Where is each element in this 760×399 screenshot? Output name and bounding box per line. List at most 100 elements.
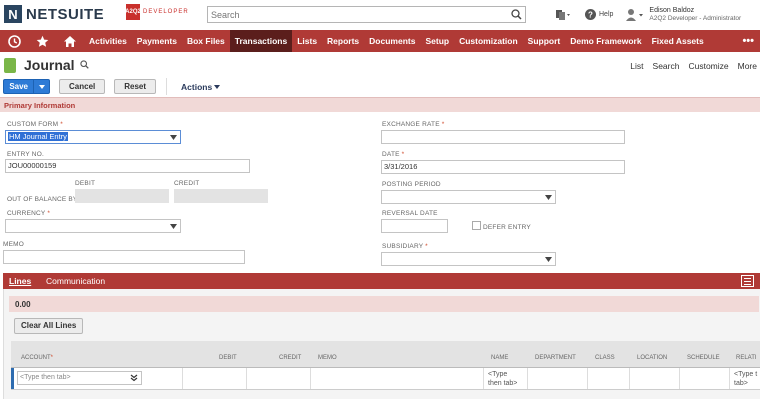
partner-logo-mark: A2Q2 <box>125 4 141 20</box>
netsuite-logo-mark: N <box>4 5 22 23</box>
col-debit: DEBIT <box>219 355 237 361</box>
nav-setup[interactable]: Setup <box>420 30 454 52</box>
lines-total: 0.00 <box>15 300 31 309</box>
page-title: Journal <box>24 57 75 73</box>
nav-customization[interactable]: Customization <box>454 30 523 52</box>
home-icon[interactable] <box>56 30 84 52</box>
lines-total-bar: 0.00 <box>9 296 759 312</box>
help-label: Help <box>599 11 614 18</box>
class-cell[interactable] <box>587 368 629 389</box>
recent-records-icon[interactable] <box>555 9 571 21</box>
toolbar-divider <box>166 78 168 95</box>
posting-period-chevron-icon <box>545 195 552 200</box>
primary-information-header: Primary Information <box>0 97 760 112</box>
name-cell[interactable]: <Type then tab> <box>483 368 527 389</box>
tab-lines[interactable]: Lines <box>9 276 31 286</box>
nav-support[interactable]: Support <box>523 30 566 52</box>
reversal-date-field[interactable] <box>381 219 448 233</box>
defer-entry-label: DEFER ENTRY <box>483 224 531 231</box>
cancel-button[interactable]: Cancel <box>59 79 106 94</box>
partner-logo: A2Q2 DEVELOPER <box>125 4 189 20</box>
subsidiary-label: SUBSIDIARY * <box>382 243 428 250</box>
custom-form-select[interactable]: HM Journal Entry <box>5 130 181 144</box>
favorites-star-icon[interactable] <box>28 30 56 52</box>
search-link[interactable]: Search <box>653 61 680 71</box>
memo-field[interactable] <box>3 250 245 264</box>
relationship-placeholder-line-1: <Type t <box>734 371 758 378</box>
search-icon[interactable] <box>511 9 522 22</box>
partner-logo-text: DEVELOPER <box>143 9 189 15</box>
nav-box-files[interactable]: Box Files <box>182 30 230 52</box>
account-input[interactable]: <Type then tab> <box>17 371 142 385</box>
subsidiary-select[interactable] <box>381 252 556 266</box>
netsuite-logo-text: NETSUITE <box>26 5 105 23</box>
debit-total-field <box>75 189 169 203</box>
posting-period-label: POSTING PERIOD <box>382 181 441 188</box>
save-button[interactable]: Save <box>3 79 50 94</box>
nav-lists[interactable]: Lists <box>292 30 322 52</box>
nav-payments[interactable]: Payments <box>132 30 182 52</box>
nav-transactions[interactable]: Transactions <box>229 30 293 52</box>
account-double-chevron-icon[interactable] <box>130 374 138 382</box>
col-location: LOCATION <box>637 355 668 361</box>
credit-total-field <box>174 189 268 203</box>
reversal-date-label: REVERSAL DATE <box>382 210 438 217</box>
nav-reports[interactable]: Reports <box>322 30 364 52</box>
actions-label: Actions <box>181 81 213 92</box>
location-cell[interactable] <box>629 368 679 389</box>
netsuite-logo[interactable]: N NETSUITE <box>4 5 104 23</box>
customize-link[interactable]: Customize <box>688 61 728 71</box>
department-cell[interactable] <box>527 368 587 389</box>
user-name: Edison Baldoz <box>649 7 695 14</box>
col-name: NAME <box>491 355 509 361</box>
entry-no-field[interactable]: JOU00000159 <box>5 159 250 173</box>
recent-icon[interactable] <box>0 30 28 52</box>
primary-information-title: Primary Information <box>4 101 76 110</box>
global-search-input[interactable] <box>208 7 503 22</box>
relationship-placeholder-line-2: tab> <box>734 380 748 387</box>
memo-cell[interactable] <box>310 368 483 389</box>
subsidiary-chevron-icon <box>545 257 552 262</box>
col-class: CLASS <box>595 355 615 361</box>
nav-more-icon[interactable]: ••• <box>742 30 754 52</box>
col-account: ACCOUNT* <box>21 355 54 361</box>
reset-button[interactable]: Reset <box>114 79 157 94</box>
currency-chevron-icon <box>170 224 177 229</box>
subtab-menu-icon[interactable] <box>741 275 754 287</box>
currency-label: CURRENCY * <box>7 210 51 217</box>
col-memo: MEMO <box>318 355 337 361</box>
user-menu[interactable]: Edison Baldoz A2Q2 Developer - Administr… <box>625 6 741 23</box>
credit-cell[interactable] <box>246 368 310 389</box>
clear-all-lines-button[interactable]: Clear All Lines <box>14 318 84 334</box>
top-right-controls: ? Help Edison Baldoz A2Q2 Developer - Ad… <box>555 6 741 23</box>
nav-documents[interactable]: Documents <box>364 30 420 52</box>
list-link[interactable]: List <box>630 61 643 71</box>
form-toolbar: Save Cancel Reset Actions <box>3 78 221 95</box>
actions-menu[interactable]: Actions <box>181 81 221 92</box>
active-row-indicator <box>11 368 14 389</box>
entry-no-label: ENTRY NO. <box>7 151 44 158</box>
name-placeholder-line-1: <Type <box>488 371 508 378</box>
currency-select[interactable] <box>5 219 181 233</box>
more-link[interactable]: More <box>738 61 757 71</box>
schedule-cell[interactable] <box>679 368 729 389</box>
lines-grid-header: ACCOUNT* DEBIT CREDIT MEMO NAME DEPARTME… <box>11 341 760 367</box>
col-schedule: SCHEDULE <box>687 355 720 361</box>
defer-entry-checkbox[interactable] <box>472 221 481 230</box>
account-placeholder: <Type then tab> <box>20 374 71 381</box>
save-button-label: Save <box>4 80 35 93</box>
nav-activities[interactable]: Activities <box>84 30 132 52</box>
relationship-cell[interactable]: <Type t tab> <box>729 368 760 389</box>
nav-demo-framework[interactable]: Demo Framework <box>565 30 646 52</box>
tab-communication[interactable]: Communication <box>46 276 105 286</box>
nav-fixed-assets[interactable]: Fixed Assets <box>647 30 709 52</box>
date-field[interactable]: 3/31/2016 <box>381 160 625 174</box>
save-dropdown-icon[interactable] <box>34 80 49 93</box>
debit-cell[interactable] <box>182 368 246 389</box>
title-search-icon[interactable] <box>79 59 89 71</box>
help-link[interactable]: ? Help <box>585 9 613 20</box>
posting-period-select[interactable] <box>381 190 556 204</box>
col-department: DEPARTMENT <box>535 355 576 361</box>
top-bar: N NETSUITE A2Q2 DEVELOPER ? Help Edison … <box>0 0 760 30</box>
exchange-rate-field[interactable] <box>381 130 625 144</box>
